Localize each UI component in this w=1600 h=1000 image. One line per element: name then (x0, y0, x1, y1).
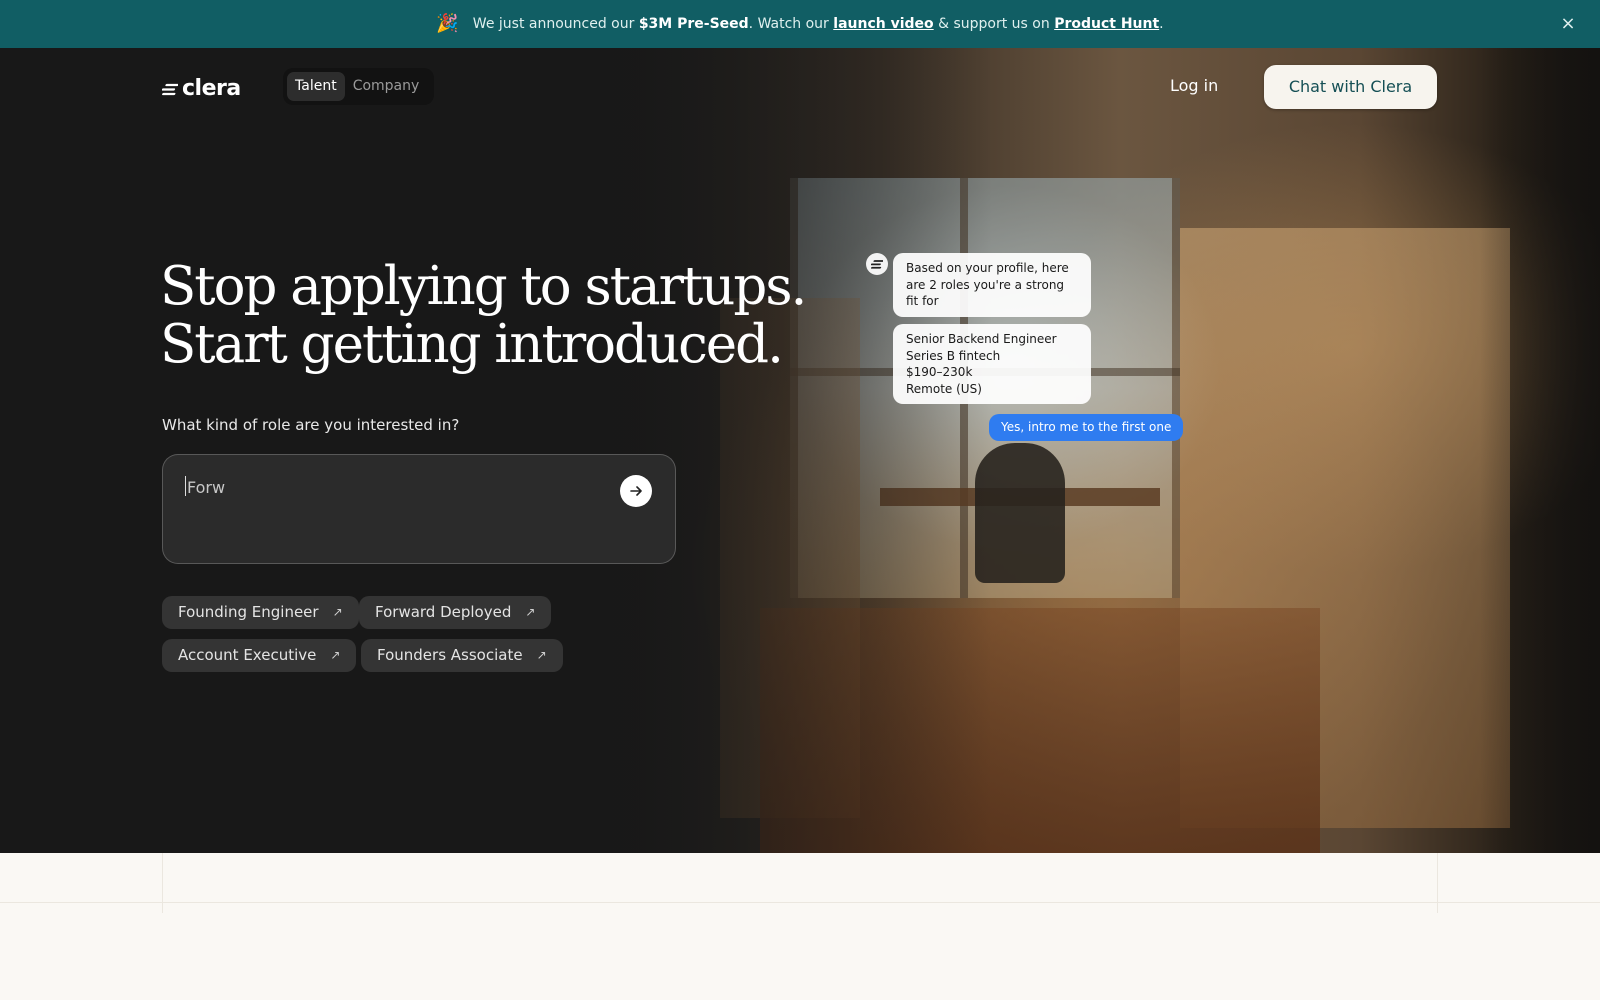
logo-text: clera (182, 76, 241, 101)
logo[interactable]: clera (162, 76, 241, 101)
chip-account-executive[interactable]: Account Executive ↗ (162, 639, 357, 672)
bot-message-bubble: Based on your profile, here are 2 roles … (893, 253, 1091, 317)
section-divider (0, 902, 1600, 903)
role-company: Series B fintech (906, 348, 1001, 363)
chip-forward-deployed[interactable]: Forward Deployed ↗ (359, 596, 552, 629)
user-message-bubble: Yes, intro me to the first one (989, 414, 1184, 441)
role-question: What kind of role are you interested in? (162, 416, 460, 434)
role-search-box (162, 454, 676, 564)
headline-line-2: Start getting introduced. (160, 314, 784, 375)
launch-video-link[interactable]: launch video (833, 16, 933, 32)
section-border-right (1437, 853, 1438, 913)
arrow-up-right-icon: ↗ (330, 648, 341, 662)
party-popper-icon: 🎉 (436, 13, 459, 34)
role-card-bubble: Senior Backend Engineer Series B fintech… (893, 324, 1091, 404)
submit-button[interactable] (620, 475, 652, 507)
arrow-up-right-icon: ↗ (332, 605, 343, 619)
hero-gradient-overlay (1480, 48, 1600, 853)
clera-bot-avatar (866, 253, 888, 275)
chip-founders-associate[interactable]: Founders Associate ↗ (361, 639, 563, 672)
role-title: Senior Backend Engineer (906, 332, 1057, 346)
headline-line-1: Stop applying to startups. (160, 256, 807, 317)
hero-gradient-overlay (0, 48, 1600, 853)
audience-toggle: Talent Company (283, 68, 434, 105)
close-icon[interactable]: × (1558, 14, 1578, 34)
section-border-left (162, 853, 163, 913)
hero-headline: Stop applying to startups. Start getting… (160, 256, 807, 375)
role-salary: $190–230k (906, 365, 973, 379)
arrow-right-icon (630, 486, 642, 496)
chip-label: Forward Deployed (375, 603, 512, 621)
clera-logo-icon (871, 260, 883, 269)
chat-with-clera-button[interactable]: Chat with Clera (1264, 65, 1437, 109)
hero-section (0, 48, 1600, 853)
clera-logo-icon (162, 83, 178, 95)
text-caret (185, 476, 186, 496)
chip-label: Founding Engineer (178, 603, 319, 621)
chip-label: Founders Associate (377, 646, 523, 664)
product-hunt-link[interactable]: Product Hunt (1054, 16, 1159, 32)
announcement-bar: 🎉 We just announced our $3M Pre-Seed. Wa… (0, 0, 1600, 48)
login-link[interactable]: Log in (1170, 76, 1218, 95)
toggle-company[interactable]: Company (345, 72, 428, 101)
role-input[interactable] (187, 475, 567, 499)
bot-message-text: Based on your profile, here are 2 roles … (906, 261, 1069, 308)
announcement-highlight: $3M Pre-Seed (638, 16, 749, 32)
chip-founding-engineer[interactable]: Founding Engineer ↗ (162, 596, 359, 629)
toggle-talent[interactable]: Talent (287, 72, 345, 101)
arrow-up-right-icon: ↗ (525, 605, 536, 619)
arrow-up-right-icon: ↗ (536, 648, 547, 662)
role-location: Remote (US) (906, 381, 982, 396)
announcement-text: We just announced our $3M Pre-Seed. Watc… (472, 16, 1164, 32)
chip-label: Account Executive (178, 646, 317, 664)
